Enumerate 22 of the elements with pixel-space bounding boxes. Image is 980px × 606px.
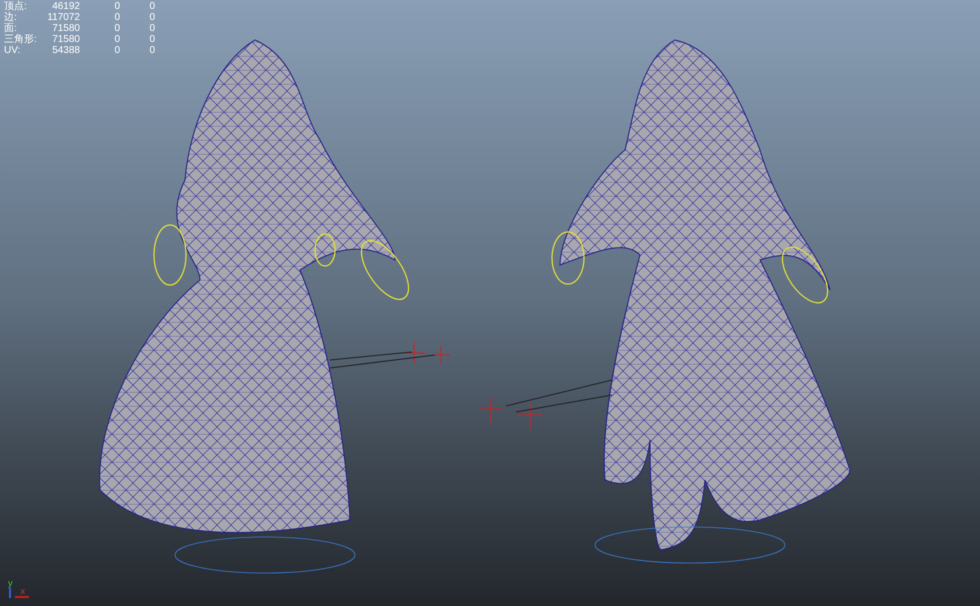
- hud-label: UV:: [4, 45, 22, 56]
- hud-value: 71580: [51, 34, 80, 45]
- hud-value: 71580: [51, 23, 80, 34]
- hud-label: 边:: [4, 12, 18, 23]
- hud-value: 54388: [51, 45, 80, 56]
- hud-label: 面:: [4, 23, 18, 34]
- hud-value: 0: [113, 23, 120, 34]
- hud-label: 顶点:: [4, 1, 28, 12]
- hud-value: 0: [113, 45, 120, 56]
- hud-value: 0: [148, 12, 155, 23]
- hud-value: 0: [148, 23, 155, 34]
- hud-value: 0: [148, 1, 155, 12]
- hud-value: 0: [148, 45, 155, 56]
- axis-x-label: x: [20, 587, 25, 596]
- hud-value: 0: [113, 34, 120, 45]
- hud-value: 0: [113, 1, 120, 12]
- hud-value: 0: [113, 12, 120, 23]
- axis-y-label: y: [8, 579, 12, 588]
- hud-value: 46192: [51, 1, 80, 12]
- hud-value: 0: [148, 34, 155, 45]
- hud-value: 117072: [46, 12, 80, 23]
- hud-label: 三角形:: [4, 34, 38, 45]
